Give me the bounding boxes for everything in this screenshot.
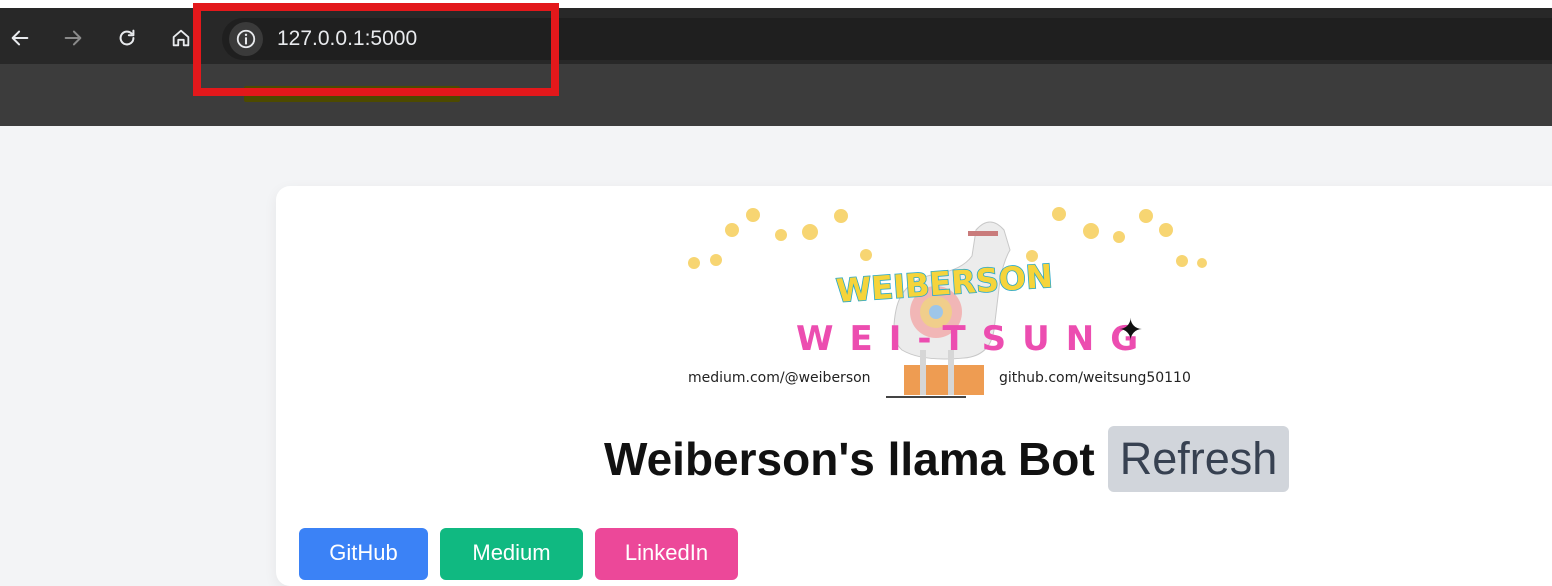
github-button[interactable]: GitHub [299,528,428,580]
sparkle-icon: ✦ [1118,313,1143,348]
back-button[interactable] [4,22,36,54]
refresh-button[interactable]: Refresh [1108,426,1289,492]
logo-weitsung-text: WEI-TSUNG [796,319,1154,359]
logo-medium-url: medium.com/@weiberson [688,370,871,386]
arrow-right-icon [64,30,82,46]
llama-logo-image: WEIBERSON WEI-TSUNG ✦ medium.com/@weiber… [688,207,1207,398]
page-title: Weiberson's llama Bot [604,433,1095,485]
annotation-highlight-box [193,3,559,96]
title-row: Weiberson's llama Bot Refresh [0,424,1552,494]
arrow-left-icon [11,30,29,46]
logo-weiberson-text: WEIBERSON [835,257,1054,310]
linkedin-button[interactable]: LinkedIn [595,528,738,580]
reload-icon [119,29,135,46]
medium-button[interactable]: Medium [440,528,583,580]
reload-button[interactable] [111,22,143,54]
forward-button[interactable] [57,22,89,54]
logo-github-url: github.com/weitsung50110 [999,370,1191,386]
banner-logo: WEIBERSON WEI-TSUNG ✦ medium.com/@weiber… [686,200,1210,410]
home-icon [172,29,190,47]
